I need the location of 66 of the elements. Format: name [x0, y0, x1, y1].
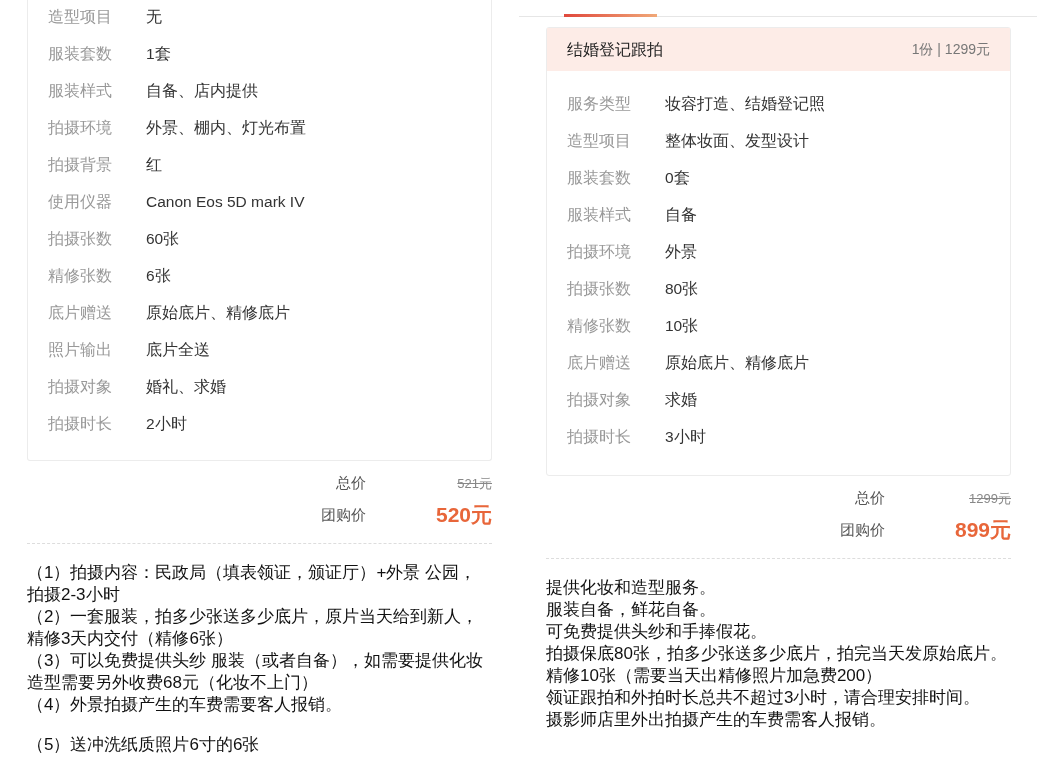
detail-value: 0套	[665, 167, 690, 188]
detail-value: 自备	[665, 204, 697, 225]
detail-label: 底片赠送	[567, 352, 632, 373]
description-text: 精修10张（需要当天出精修照片加急费200）	[546, 664, 884, 687]
detail-value: 外景	[665, 241, 697, 262]
detail-label: 服装样式	[48, 80, 113, 101]
total-price-label: 总价	[854, 487, 886, 508]
detail-value: 1套	[146, 43, 171, 64]
detail-label: 照片输出	[48, 339, 113, 360]
description-text: （1）拍摄内容：民政局（填表领证，颁证厅）+外景 公园，拍摄2-3小时	[27, 561, 478, 606]
detail-value: 红	[146, 154, 162, 175]
description-text: （3）可以免费提供头纱 服装（或者自备），如需要提供化妆造型需要另外收费68元（化妆不上门）	[27, 649, 485, 694]
detail-value: 3小时	[665, 426, 706, 447]
group-price-label: 团购价	[321, 504, 367, 525]
detail-label: 拍摄环境	[48, 117, 113, 138]
original-price: 1299元	[969, 491, 1011, 506]
detail-label: 服务类型	[567, 93, 632, 114]
group-price: 520元	[435, 503, 492, 526]
description-text: 提供化妆和造型服务。	[546, 576, 717, 599]
detail-label: 造型项目	[48, 6, 113, 27]
detail-value: 无	[146, 6, 162, 27]
detail-label: 拍摄对象	[567, 389, 632, 410]
detail-value: 整体妆面、发型设计	[665, 130, 809, 151]
detail-value: 求婚	[665, 389, 697, 410]
detail-value: 妆容打造、结婚登记照	[665, 93, 825, 114]
description-text: 领证跟拍和外拍时长总共不超过3小时，请合理安排时间。	[546, 686, 982, 709]
package-quantity-price: 1份 | 1299元	[911, 40, 990, 59]
detail-label: 服装样式	[567, 204, 632, 225]
description-text: 可免费提供头纱和手捧假花。	[546, 620, 768, 643]
original-price: 521元	[457, 476, 492, 491]
description-text: （2）一套服装，拍多少张送多少底片，原片当天给到新人，精修3天内交付（精修6张）	[27, 605, 480, 650]
description-text: 拍摄保底80张，拍多少张送多少底片，拍完当天发原始底片。	[546, 642, 1008, 665]
detail-label: 底片赠送	[48, 302, 113, 323]
description-text: 摄影师店里外出拍摄产生的车费需客人报销。	[546, 708, 887, 731]
detail-value: 原始底片、精修底片	[146, 302, 290, 323]
detail-label: 造型项目	[567, 130, 632, 151]
detail-label: 拍摄张数	[567, 278, 632, 299]
detail-value: 80张	[665, 278, 699, 299]
detail-value: 自备、店内提供	[146, 80, 258, 101]
detail-value: 60张	[146, 228, 180, 249]
detail-value: 6张	[146, 265, 171, 286]
detail-label: 拍摄张数	[48, 228, 113, 249]
detail-value: 原始底片、精修底片	[665, 352, 809, 373]
detail-value: 底片全送	[146, 339, 210, 360]
group-price-label: 团购价	[840, 519, 886, 540]
detail-value: 2小时	[146, 413, 187, 434]
detail-label: 服装套数	[567, 167, 632, 188]
detail-value: 婚礼、求婚	[146, 376, 226, 397]
detail-label: 拍摄对象	[48, 376, 113, 397]
description-text: 服装自备，鲜花自备。	[546, 598, 717, 621]
detail-value: 10张	[665, 315, 699, 336]
detail-label: 精修张数	[567, 315, 632, 336]
detail-value: Canon Eos 5D mark IV	[146, 191, 305, 212]
detail-label: 拍摄环境	[567, 241, 632, 262]
detail-label: 拍摄时长	[48, 413, 113, 434]
detail-label: 精修张数	[48, 265, 113, 286]
total-price-label: 总价	[335, 472, 367, 493]
detail-label: 拍摄时长	[567, 426, 632, 447]
group-price: 899元	[954, 518, 1011, 541]
detail-label: 服装套数	[48, 43, 113, 64]
detail-value: 外景、棚内、灯光布置	[146, 117, 306, 138]
detail-label: 拍摄背景	[48, 154, 113, 175]
description-text: （5）送冲洗纸质照片6寸的6张	[27, 733, 261, 756]
package-title: 结婚登记跟拍	[567, 39, 663, 60]
description-text: （4）外景拍摄产生的车费需要客人报销。	[27, 693, 344, 716]
detail-label: 使用仪器	[48, 191, 113, 212]
